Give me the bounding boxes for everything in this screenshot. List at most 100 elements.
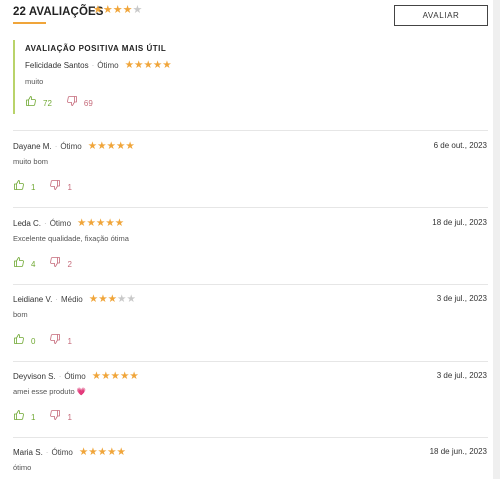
review-item: Maria S. · Ótimo ★ ★ ★ ★ ★ 18 de jun., 2023 …: [13, 437, 488, 479]
helpful-count: 1: [31, 412, 36, 422]
star-icon: ★: [115, 140, 126, 152]
separator-dot: ·: [58, 371, 62, 381]
helpful-button[interactable]: 72: [25, 94, 52, 112]
review-item: Leda C. · Ótimo ★ ★ ★ ★ ★ 18 de jul., 2023 E…: [13, 207, 488, 284]
review-stars: ★ ★ ★ ★ ★: [87, 140, 135, 152]
thumbs-up-icon: [13, 178, 25, 196]
divider: [13, 130, 488, 131]
review-item: Dayane M. · Ótimo ★ ★ ★ ★ ★ 6 de out., 2023 …: [13, 130, 488, 207]
star-icon: ★: [101, 370, 111, 382]
star-icon: ★: [129, 370, 139, 382]
star-icon: ★: [114, 217, 125, 229]
star-icon: ★: [87, 140, 98, 152]
thumbs-down-icon: [49, 255, 61, 273]
review-item: Deyvison S. · Ótimo ★ ★ ★ ★ ★ 3 de jul., 202…: [13, 361, 488, 437]
review-date: 6 de out., 2023: [433, 141, 487, 150]
not-helpful-button[interactable]: 1: [49, 408, 72, 426]
rating-word: Ótimo: [64, 371, 86, 381]
not-helpful-count: 1: [67, 182, 72, 192]
star-icon: ★: [132, 4, 143, 16]
evaluate-button[interactable]: AVALIAR: [394, 5, 488, 26]
helpful-count: 1: [31, 182, 36, 192]
review-votes: 1 1: [13, 178, 86, 196]
review-date: 18 de jul., 2023: [432, 218, 487, 227]
not-helpful-button[interactable]: 1: [49, 178, 72, 196]
star-icon: ★: [105, 217, 115, 229]
divider: [13, 437, 488, 438]
thumbs-down-icon: [49, 178, 61, 196]
separator-dot: ·: [91, 60, 95, 70]
separator-dot: ·: [45, 447, 49, 457]
review-stars: ★ ★ ★ ★ ★: [124, 59, 172, 71]
review-meta: Leda C. · Ótimo ★ ★ ★ ★ ★: [13, 217, 125, 229]
reviews-count-title: 22 AVALIAÇÕES: [13, 6, 104, 18]
title-underline: [13, 22, 46, 24]
review-author: Maria S.: [13, 447, 43, 457]
separator-dot: ·: [44, 218, 47, 228]
not-helpful-button[interactable]: 1: [49, 332, 72, 350]
review-text-content: amei esse produto: [13, 387, 75, 396]
review-stars: ★ ★ ★ ★ ★: [77, 217, 125, 229]
star-icon: ★: [88, 446, 98, 458]
review-meta: Leidiane V. · Médio ★ ★ ★ ★ ★: [13, 294, 136, 305]
separator-dot: ·: [55, 294, 58, 304]
star-icon: ★: [93, 4, 103, 16]
review-stars: ★ ★ ★ ★ ★: [89, 294, 136, 305]
star-icon: ★: [107, 446, 117, 458]
featured-review-meta: Felicidade Santos · Ótimo ★ ★ ★ ★ ★: [25, 59, 172, 71]
heart-emoji-icon: 💗: [76, 387, 87, 396]
review-meta: Dayane M. · Ótimo ★ ★ ★ ★ ★: [13, 140, 135, 152]
thumbs-down-icon: [66, 94, 78, 112]
rating-word: Ótimo: [97, 60, 119, 70]
rating-word: Ótimo: [51, 447, 73, 457]
helpful-button[interactable]: 1: [13, 178, 35, 196]
star-icon: ★: [122, 4, 133, 16]
separator-dot: ·: [54, 141, 58, 151]
star-icon: ★: [102, 4, 113, 16]
rating-word: Ótimo: [60, 141, 82, 151]
scrollbar-track[interactable]: [493, 0, 500, 479]
star-icon: ★: [78, 446, 89, 458]
review-text: muito: [25, 77, 44, 86]
review-item: Leidiane V. · Médio ★ ★ ★ ★ ★ 3 de jul., 202…: [13, 284, 488, 361]
review-votes: 4 2: [13, 255, 86, 273]
review-author: Leda C.: [13, 218, 42, 228]
review-text: amei esse produto 💗: [13, 387, 86, 396]
review-date: 3 de jul., 2023: [436, 294, 487, 303]
review-stars: ★ ★ ★ ★ ★: [92, 370, 139, 382]
review-meta: Maria S. · Ótimo ★ ★ ★ ★ ★: [13, 446, 126, 458]
review-author: Dayane M.: [13, 141, 52, 151]
star-icon: ★: [110, 370, 120, 382]
featured-review: AVALIAÇÃO POSITIVA MAIS ÚTIL Felicidade …: [13, 40, 483, 114]
not-helpful-count: 1: [67, 336, 72, 346]
helpful-button[interactable]: 1: [13, 408, 35, 426]
thumbs-up-icon: [13, 408, 25, 426]
thumbs-down-icon: [49, 332, 61, 350]
star-icon: ★: [152, 59, 163, 71]
review-date: 18 de jun., 2023: [429, 447, 487, 456]
thumbs-up-icon: [13, 332, 25, 350]
review-meta: Deyvison S. · Ótimo ★ ★ ★ ★ ★: [13, 370, 139, 382]
reviews-header: 22 AVALIAÇÕES ★ ★ ★ ★ ★ AVALIAR: [0, 0, 493, 28]
helpful-count: 0: [31, 336, 36, 346]
review-stars: ★ ★ ★ ★ ★: [78, 446, 126, 458]
thumbs-down-icon: [49, 408, 61, 426]
helpful-count: 72: [43, 98, 52, 108]
star-icon: ★: [97, 140, 107, 152]
not-helpful-button[interactable]: 2: [49, 255, 72, 273]
review-author: Leidiane V.: [13, 294, 53, 304]
rating-word: Ótimo: [49, 218, 72, 228]
star-icon: ★: [125, 140, 135, 152]
thumbs-up-icon: [25, 94, 37, 112]
review-text: bom: [13, 310, 28, 319]
star-icon: ★: [124, 59, 135, 71]
not-helpful-count: 2: [67, 259, 72, 269]
review-text: ótimo: [13, 463, 32, 472]
review-text: muito bom: [13, 157, 49, 166]
star-icon: ★: [97, 446, 108, 458]
helpful-button[interactable]: 0: [13, 332, 35, 350]
helpful-button[interactable]: 4: [13, 255, 35, 273]
not-helpful-button[interactable]: 69: [66, 94, 93, 112]
star-icon: ★: [86, 217, 96, 229]
star-icon: ★: [112, 4, 123, 16]
